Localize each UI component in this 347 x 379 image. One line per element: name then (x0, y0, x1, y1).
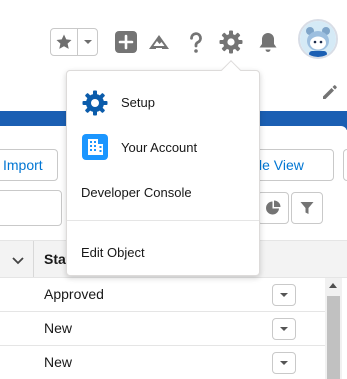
filter-button[interactable] (291, 192, 323, 224)
scroll-up-arrow[interactable] (329, 283, 337, 288)
favorites-group (50, 28, 98, 56)
setup-gear-button[interactable] (219, 30, 243, 54)
astro-avatar-icon (300, 21, 336, 57)
menu-item-edit-object[interactable]: Edit Object (67, 234, 259, 270)
menu-item-your-account[interactable]: Your Account (67, 130, 259, 166)
filter-icon (300, 202, 314, 214)
bell-icon (259, 33, 277, 52)
gear-icon (82, 90, 108, 116)
table-row[interactable]: Approved (0, 278, 325, 312)
row-actions-button[interactable] (272, 318, 296, 340)
notifications-button[interactable] (256, 30, 280, 54)
menu-item-setup[interactable]: Setup (67, 85, 259, 121)
help-icon (190, 32, 202, 53)
chevron-down-icon (280, 293, 288, 297)
gear-icon (219, 30, 243, 54)
row-actions-button[interactable] (272, 352, 296, 374)
chevron-down-icon (280, 327, 288, 331)
favorites-button[interactable] (51, 29, 79, 55)
star-icon (56, 34, 72, 49)
edit-nav-button[interactable] (320, 82, 340, 102)
chevron-down-icon (280, 361, 288, 365)
pie-chart-icon (266, 200, 281, 215)
list-search-input[interactable] (0, 190, 62, 226)
user-avatar[interactable] (298, 19, 338, 59)
table-row[interactable]: New (0, 312, 325, 346)
global-header (0, 0, 347, 80)
menu-item-label: Setup (121, 95, 155, 110)
menu-item-label: Your Account (121, 140, 198, 155)
menu-divider (67, 220, 259, 221)
trailhead-button[interactable] (147, 30, 171, 54)
column-divider[interactable] (33, 241, 34, 277)
more-actions-button[interactable] (343, 149, 347, 181)
table-row[interactable]: New (0, 346, 325, 379)
chevron-down-icon (83, 40, 92, 44)
help-button[interactable] (184, 30, 208, 54)
column-menu-button[interactable] (10, 252, 26, 268)
chevron-down-icon (12, 257, 24, 265)
row-actions-button[interactable] (272, 284, 296, 306)
pencil-icon (323, 85, 337, 99)
printable-view-button[interactable]: le View (252, 149, 334, 181)
favorites-list-button[interactable] (78, 29, 97, 55)
status-cell: New (44, 320, 73, 336)
menu-item-developer-console[interactable]: Developer Console (67, 174, 259, 210)
add-icon (115, 31, 137, 53)
menu-item-label: Edit Object (81, 245, 145, 260)
status-cell: New (44, 354, 73, 370)
menu-item-label: Developer Console (81, 185, 192, 200)
import-button[interactable]: Import (0, 149, 58, 181)
scrollbar-thumb[interactable] (327, 296, 340, 379)
status-cell: Approved (44, 286, 104, 302)
global-actions-button[interactable] (114, 30, 138, 54)
building-icon (82, 134, 108, 160)
trailhead-icon (149, 35, 169, 50)
chart-button[interactable] (257, 192, 289, 224)
